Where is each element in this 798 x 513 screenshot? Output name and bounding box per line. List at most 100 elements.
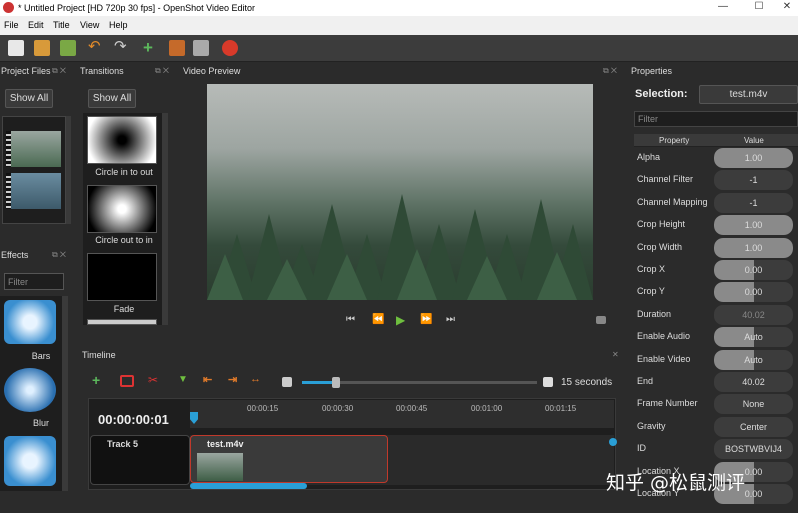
- property-value[interactable]: Auto: [714, 327, 793, 348]
- effects-list: Bars Blur: [0, 296, 62, 491]
- transition-thumbnail[interactable]: [87, 253, 157, 301]
- next-marker-icon[interactable]: ⇥: [228, 373, 237, 386]
- properties-filter-input[interactable]: Filter: [634, 111, 798, 127]
- property-value[interactable]: Center: [714, 416, 793, 437]
- property-value[interactable]: Auto: [714, 349, 793, 370]
- property-name: Channel Filter: [637, 174, 694, 185]
- effect-thumbnail[interactable]: [4, 300, 56, 344]
- center-timeline-icon[interactable]: ↔: [250, 373, 261, 385]
- add-marker-icon[interactable]: ▼: [178, 374, 188, 385]
- zoom-in-icon[interactable]: [543, 377, 553, 387]
- effect-thumbnail[interactable]: [4, 368, 56, 412]
- transition-thumbnail[interactable]: [87, 116, 157, 164]
- menu-file[interactable]: File: [4, 20, 19, 30]
- project-file-thumbnail[interactable]: [6, 131, 61, 167]
- property-row[interactable]: Crop Y 0.00: [634, 281, 798, 303]
- play-icon[interactable]: ▶: [396, 313, 405, 327]
- snapping-icon[interactable]: [120, 375, 134, 387]
- transition-thumbnail[interactable]: [87, 185, 157, 233]
- property-value[interactable]: 0.00: [714, 282, 793, 303]
- property-value[interactable]: 40.02: [714, 304, 793, 325]
- project-files-show-all-button[interactable]: Show All: [5, 89, 53, 108]
- property-column-header[interactable]: Property: [659, 136, 689, 145]
- transitions-scrollbar[interactable]: [162, 113, 168, 325]
- property-row[interactable]: Crop Height 1.00: [634, 214, 798, 236]
- razor-icon[interactable]: ✂: [148, 373, 158, 387]
- effects-filter-input[interactable]: Filter: [4, 273, 64, 290]
- camera-icon[interactable]: [596, 316, 606, 324]
- minimize-button[interactable]: —: [708, 1, 738, 15]
- effects-scrollbar[interactable]: [62, 296, 68, 491]
- property-value[interactable]: 1.00: [714, 237, 793, 258]
- property-name: Crop Y: [637, 286, 665, 297]
- value-column-header[interactable]: Value: [744, 136, 764, 145]
- open-project-icon[interactable]: [34, 40, 50, 56]
- property-value[interactable]: 1.00: [714, 148, 793, 168]
- property-row[interactable]: Crop X 0.00: [634, 259, 798, 281]
- menu-edit[interactable]: Edit: [28, 20, 44, 30]
- property-row[interactable]: Crop Width 1.00: [634, 237, 798, 259]
- undo-icon[interactable]: ↶: [88, 39, 104, 56]
- jump-to-start-icon[interactable]: ⏮: [346, 314, 355, 325]
- transition-label: Fade: [113, 304, 135, 314]
- previous-marker-icon[interactable]: ⇤: [203, 373, 212, 386]
- zoom-slider-track[interactable]: [302, 377, 537, 388]
- property-row[interactable]: Gravity Center: [634, 416, 798, 438]
- import-files-icon[interactable]: +: [143, 39, 159, 56]
- menu-help[interactable]: Help: [109, 20, 128, 30]
- jump-to-end-icon[interactable]: ⏭: [446, 314, 455, 325]
- property-row[interactable]: Frame Number None: [634, 393, 798, 415]
- dock-float-close-icon[interactable]: ⧉ ✕: [52, 250, 66, 260]
- video-preview-title: Video Preview: [183, 66, 241, 76]
- save-project-icon[interactable]: [60, 40, 76, 56]
- project-file-thumbnail[interactable]: [6, 173, 61, 209]
- property-row[interactable]: Channel Mapping -1: [634, 192, 798, 214]
- rewind-icon[interactable]: ⏪: [372, 314, 384, 325]
- property-value[interactable]: -1: [714, 170, 793, 191]
- property-value[interactable]: 1.00: [714, 215, 793, 236]
- property-row[interactable]: End 40.02: [634, 371, 798, 393]
- transition-thumbnail[interactable]: [87, 319, 157, 325]
- timeline-clip[interactable]: test.m4v: [190, 435, 388, 483]
- property-value[interactable]: 0.00: [714, 260, 793, 280]
- property-name: Crop X: [637, 264, 666, 274]
- menu-view[interactable]: View: [80, 20, 99, 30]
- dock-float-close-icon[interactable]: ⧉ ✕: [52, 66, 66, 76]
- timeline-horizontal-scrollbar[interactable]: [190, 483, 307, 489]
- choose-profile-icon[interactable]: [169, 40, 185, 56]
- selection-dropdown[interactable]: test.m4v: [699, 85, 798, 104]
- close-button[interactable]: ✕: [772, 1, 798, 15]
- transitions-show-all-button[interactable]: Show All: [88, 89, 136, 108]
- property-row[interactable]: Duration 40.02: [634, 304, 798, 326]
- menu-bar: File Edit Title View Help: [0, 16, 798, 35]
- new-project-icon[interactable]: [8, 40, 24, 56]
- menu-title[interactable]: Title: [53, 20, 70, 30]
- effects-title: Effects: [1, 250, 29, 260]
- property-row[interactable]: Alpha 1.00: [634, 147, 798, 169]
- zoom-out-icon[interactable]: [282, 377, 292, 387]
- dock-float-close-icon[interactable]: ⧉ ✕: [155, 66, 169, 76]
- fast-forward-icon[interactable]: ⏩: [420, 314, 432, 325]
- property-value[interactable]: None: [714, 394, 793, 415]
- track-header[interactable]: Track 5: [90, 435, 190, 485]
- export-video-icon[interactable]: [222, 40, 238, 56]
- project-files-title: Project Files: [1, 66, 51, 76]
- project-files-scrollbar[interactable]: [66, 116, 71, 224]
- dock-float-close-icon[interactable]: ⧉ ✕: [603, 66, 617, 76]
- property-value[interactable]: 40.02: [714, 372, 793, 392]
- redo-icon[interactable]: ↷: [114, 39, 130, 56]
- project-files-list: [2, 116, 66, 224]
- property-value[interactable]: BOSTWBVIJ4: [714, 439, 793, 460]
- watermark-text: 知乎 @松鼠测评: [606, 472, 746, 494]
- property-row[interactable]: ID BOSTWBVIJ4: [634, 438, 798, 460]
- add-track-icon[interactable]: +: [92, 372, 100, 388]
- fullscreen-icon[interactable]: [193, 40, 209, 56]
- property-row[interactable]: Channel Filter -1: [634, 169, 798, 191]
- dock-close-icon[interactable]: ✕: [612, 350, 619, 359]
- maximize-button[interactable]: ☐: [744, 1, 774, 15]
- property-row[interactable]: Enable Video Auto: [634, 349, 798, 371]
- property-row[interactable]: Enable Audio Auto: [634, 326, 798, 348]
- property-value[interactable]: -1: [714, 192, 793, 213]
- zoom-slider-handle[interactable]: [332, 377, 340, 388]
- effect-thumbnail[interactable]: [4, 436, 56, 486]
